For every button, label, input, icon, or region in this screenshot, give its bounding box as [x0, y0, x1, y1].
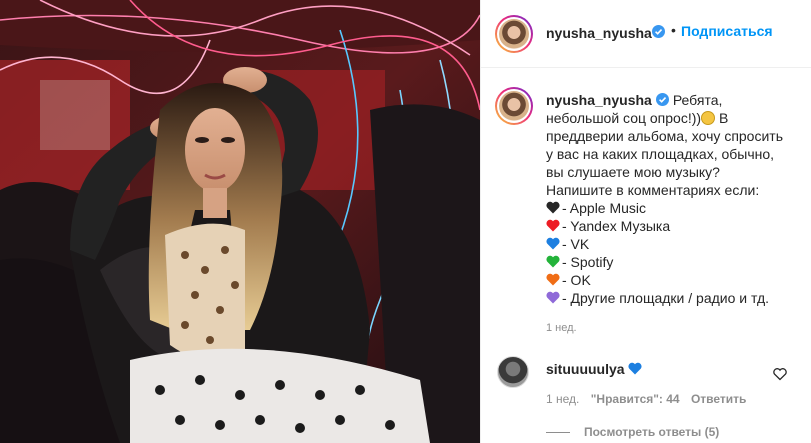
caption-text: В	[718, 110, 729, 126]
black-heart-icon	[546, 201, 560, 214]
poll-option-label: - Yandex Музыка	[562, 218, 671, 234]
heart-outline-icon[interactable]	[773, 367, 787, 381]
blue-heart-icon	[546, 237, 560, 250]
caption-timestamp[interactable]: 1 нед.	[546, 322, 577, 334]
follow-button[interactable]: Подписаться	[681, 23, 773, 39]
author-username[interactable]: nyusha_nyusha	[546, 25, 652, 41]
commenter-username[interactable]: situuuuulya	[546, 361, 625, 377]
caption-author-username[interactable]: nyusha_nyusha	[546, 92, 652, 108]
comment-meta: 1 нед. "Нравится": 44 Ответить	[546, 392, 754, 406]
poll-option: - Apple Music	[546, 199, 796, 217]
poll-option-label: - Apple Music	[562, 200, 647, 216]
poll-option: - OK	[546, 271, 796, 289]
verified-badge-icon	[652, 25, 665, 38]
poll-option: - Другие площадки / радио и тд.	[546, 289, 796, 307]
poll-option-label: - Spotify	[562, 254, 614, 270]
caption-text: преддверии альбома, хочу спросить	[546, 128, 783, 144]
caption-author-avatar[interactable]	[495, 87, 533, 125]
comment: situuuuulya	[546, 361, 644, 377]
comment-timestamp[interactable]: 1 нед.	[546, 392, 579, 406]
caption-text: вы слушаете мою музыку?	[546, 164, 720, 180]
post-photo-image	[0, 0, 480, 443]
comment-likes[interactable]: "Нравится": 44	[591, 392, 680, 406]
caption-text: у вас на каких площадках, обычно,	[546, 146, 775, 162]
blue-heart-icon	[628, 362, 642, 375]
purple-heart-icon	[546, 291, 560, 304]
poll-option: - Spotify	[546, 253, 796, 271]
view-replies[interactable]: Посмотреть ответы (5)	[546, 425, 719, 439]
author-avatar[interactable]	[495, 15, 533, 53]
post-sidebar: nyusha_nyusha • Подписаться nyusha_nyush…	[480, 0, 811, 443]
reply-button[interactable]: Ответить	[691, 392, 746, 406]
verified-badge-icon	[655, 93, 669, 106]
orange-heart-icon	[546, 273, 560, 286]
caption-text: Ребята,	[672, 92, 723, 108]
poll-option: - Yandex Музыка	[546, 217, 796, 235]
replies-divider	[546, 432, 570, 434]
red-heart-icon	[546, 219, 560, 232]
separator-dot: •	[671, 22, 676, 38]
caption-text: Напишите в комментариях если:	[546, 182, 760, 198]
caption-text: небольшой соц опрос!))	[546, 110, 702, 126]
grinning-face-emoji	[701, 111, 716, 125]
commenter-avatar[interactable]	[497, 356, 529, 388]
post-caption: nyusha_nyusha Ребята, небольшой соц опрос…	[546, 91, 796, 307]
view-replies-label[interactable]: Посмотреть ответы (5)	[584, 425, 719, 439]
poll-option-label: - VK	[562, 236, 590, 252]
post-header: nyusha_nyusha • Подписаться	[481, 0, 811, 68]
poll-option-label: - Другие площадки / радио и тд.	[562, 290, 769, 306]
poll-option: - VK	[546, 235, 796, 253]
poll-option-label: - OK	[562, 272, 591, 288]
post-photo[interactable]	[0, 0, 480, 443]
green-heart-icon	[546, 255, 560, 268]
